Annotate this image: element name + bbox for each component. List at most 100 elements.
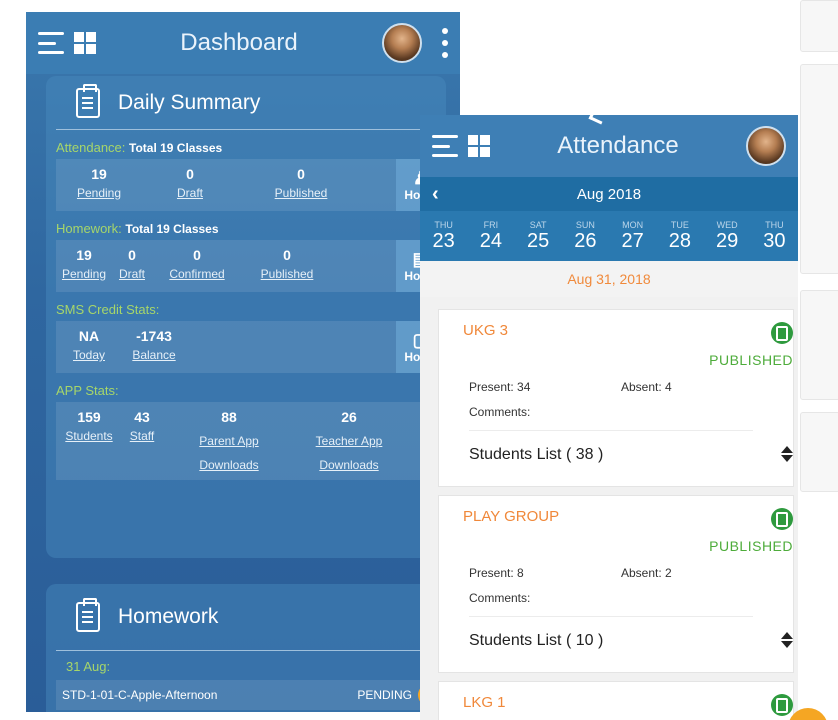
- clipboard-status-icon[interactable]: [771, 694, 793, 716]
- stat-link[interactable]: Confirmed: [169, 267, 224, 281]
- hamburger-menu-icon[interactable]: [38, 32, 64, 54]
- class-name: LKG 1: [463, 694, 506, 711]
- background-card: [800, 64, 838, 274]
- students-list-toggle[interactable]: Students List ( 38 ): [469, 446, 603, 464]
- day-item[interactable]: SUN 26: [562, 211, 609, 261]
- students-list-toggle[interactable]: Students List ( 10 ): [469, 632, 603, 650]
- day-item[interactable]: SAT 25: [515, 211, 562, 261]
- class-attendance-card[interactable]: UKG 3 PUBLISHED Present: 34 Absent: 4 Co…: [438, 309, 794, 487]
- app-stats-row: 159 Students 43 Staff 88 Parent App Down…: [56, 402, 446, 480]
- daily-summary-title: Daily Summary: [118, 90, 261, 114]
- homework-total: Total 19 Classes: [125, 222, 219, 236]
- daily-summary-card: Daily Summary Attendance: Total 19 Class…: [46, 76, 446, 558]
- clipboard-status-icon[interactable]: [771, 322, 793, 344]
- day-item[interactable]: TUE 28: [656, 211, 703, 261]
- stat-value: 19: [91, 166, 107, 182]
- stat-sms-today[interactable]: NA Today: [56, 328, 122, 362]
- more-options-icon[interactable]: [442, 28, 448, 58]
- day-item[interactable]: THU 30: [751, 211, 798, 261]
- day-name: MON: [622, 219, 644, 230]
- background-card: [800, 412, 838, 492]
- day-item[interactable]: FRI 24: [467, 211, 514, 261]
- stat-value: 0: [128, 247, 136, 263]
- comments-label: Comments:: [469, 405, 531, 419]
- day-date: 29: [716, 229, 739, 252]
- stat-link[interactable]: Draft: [177, 186, 203, 200]
- stat-link[interactable]: Draft: [119, 267, 145, 281]
- day-name: WED: [716, 219, 738, 230]
- grid-apps-icon[interactable]: [74, 32, 96, 54]
- stat-value: 159: [77, 409, 101, 425]
- day-name: TUE: [670, 219, 689, 230]
- status-badge: PUBLISHED: [709, 352, 793, 368]
- stat-sms-balance[interactable]: -1743 Balance: [122, 328, 186, 362]
- stat-value: 0: [297, 166, 305, 182]
- comments-label: Comments:: [469, 591, 531, 605]
- page-title: Dashboard: [180, 29, 298, 56]
- sort-arrows-icon[interactable]: [781, 632, 793, 650]
- present-count: Present: 8: [469, 566, 524, 580]
- grid-apps-icon[interactable]: [468, 135, 490, 157]
- stat-attendance-published[interactable]: 0 Published: [238, 166, 364, 200]
- homework-stats-row: 19 Pending 0 Draft 0 Confirmed 0 Publish…: [56, 240, 446, 292]
- stat-link[interactable]: Staff: [130, 429, 154, 443]
- stat-link[interactable]: Balance: [132, 348, 175, 362]
- background-card: [800, 290, 838, 400]
- stat-attendance-draft[interactable]: 0 Draft: [142, 166, 238, 200]
- sms-section-label: SMS Credit Stats:: [56, 302, 160, 317]
- homework-status-text: PENDING: [357, 688, 412, 702]
- stat-value: 43: [134, 409, 150, 425]
- homework-card: Homework 31 Aug: STD-1-01-C-Apple-Aftern…: [46, 584, 446, 712]
- avatar[interactable]: [382, 23, 422, 63]
- stat-link[interactable]: Pending: [62, 267, 106, 281]
- stat-link[interactable]: Teacher App Downloads: [301, 429, 397, 477]
- sort-arrows-icon[interactable]: [781, 446, 793, 464]
- absent-count: Absent: 4: [621, 380, 672, 394]
- homework-date: 31 Aug:: [56, 650, 442, 680]
- homework-section-label: Homework: Total 19 Classes: [46, 211, 446, 240]
- stat-homework-published[interactable]: 0 Published: [242, 247, 332, 281]
- day-strip: THU 23 FRI 24 SAT 25 SUN 26 MON 27 TUE 28 WED 2…: [420, 211, 798, 261]
- stat-value: 0: [186, 166, 194, 182]
- day-date: 27: [621, 229, 644, 252]
- stat-homework-confirmed[interactable]: 0 Confirmed: [152, 247, 242, 281]
- day-name: SAT: [529, 219, 547, 230]
- class-attendance-card[interactable]: PLAY GROUP PUBLISHED Present: 8 Absent: …: [438, 495, 794, 673]
- clipboard-status-icon[interactable]: [771, 508, 793, 530]
- daily-summary-header: Daily Summary: [56, 76, 442, 130]
- homework-card-header: Homework: [56, 584, 442, 650]
- clipboard-icon: [76, 598, 100, 632]
- stat-link[interactable]: Published: [261, 267, 314, 281]
- stat-value: NA: [78, 328, 100, 344]
- absent-count: Absent: 2: [621, 566, 672, 580]
- hamburger-menu-icon[interactable]: [432, 135, 458, 157]
- stat-homework-pending[interactable]: 19 Pending: [56, 247, 112, 281]
- day-item[interactable]: MON 27: [609, 211, 656, 261]
- avatar[interactable]: [746, 126, 786, 166]
- stat-link[interactable]: Published: [275, 186, 328, 200]
- month-navigation: ‹ Aug 2018: [420, 177, 798, 211]
- screenshot-stage: Dashboard Daily Summary Attendance: Tota…: [0, 0, 838, 720]
- day-name: SUN: [575, 219, 595, 230]
- homework-row[interactable]: STD-1-01-C-Apple-Afternoon PENDING +: [56, 680, 446, 710]
- stat-app-staff[interactable]: 43 Staff: [122, 409, 162, 443]
- stat-link[interactable]: Today: [73, 348, 105, 362]
- chevron-left-icon[interactable]: ‹: [432, 183, 472, 206]
- stat-value: 26: [341, 409, 357, 425]
- selected-date: Aug 31, 2018: [420, 261, 798, 297]
- divider: [469, 616, 753, 617]
- day-name: FRI: [483, 219, 499, 230]
- stat-app-parent-downloads[interactable]: 88 Parent App Downloads: [162, 409, 296, 477]
- stat-link[interactable]: Students: [65, 429, 112, 443]
- stat-link[interactable]: Pending: [77, 186, 121, 200]
- stat-app-students[interactable]: 159 Students: [56, 409, 122, 443]
- class-attendance-card[interactable]: LKG 1: [438, 681, 794, 720]
- day-item[interactable]: THU 23: [420, 211, 467, 261]
- stat-link[interactable]: Parent App Downloads: [186, 429, 272, 477]
- stat-app-teacher-downloads[interactable]: 26 Teacher App Downloads: [296, 409, 402, 477]
- day-item[interactable]: WED 29: [704, 211, 751, 261]
- attendance-topbar: Attendance: [420, 115, 798, 177]
- stat-homework-draft[interactable]: 0 Draft: [112, 247, 152, 281]
- stat-attendance-pending[interactable]: 19 Pending: [56, 166, 142, 200]
- stat-value: 88: [221, 409, 237, 425]
